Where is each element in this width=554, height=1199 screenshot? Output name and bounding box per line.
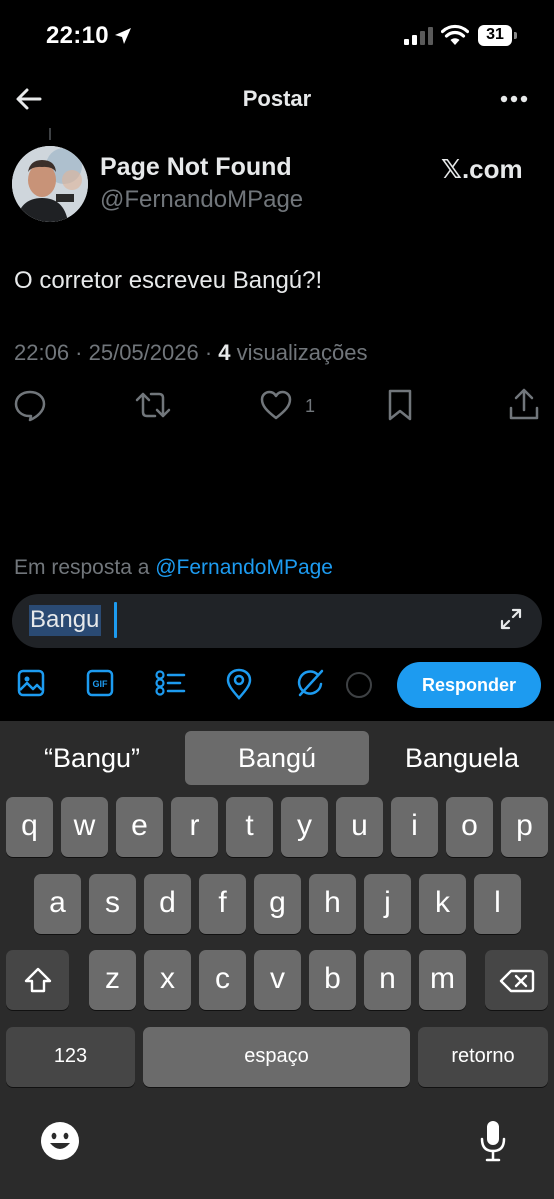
in-reply-to-prefix: Em resposta a <box>14 556 156 579</box>
key-x[interactable]: x <box>144 950 191 1010</box>
svg-text:GIF: GIF <box>93 679 109 689</box>
numbers-key[interactable]: 123 <box>6 1027 135 1087</box>
like-count: 1 <box>305 396 316 416</box>
battery-level: 31 <box>486 26 504 43</box>
key-p[interactable]: p <box>501 797 548 857</box>
key-f[interactable]: f <box>199 874 246 934</box>
bookmark-icon[interactable] <box>386 388 414 422</box>
key-o[interactable]: o <box>446 797 493 857</box>
reply-input[interactable]: Bangu <box>12 594 542 648</box>
keyboard: “Bangu” Bangú Banguela q w e r t y u i o… <box>0 721 554 1199</box>
like-heart-icon[interactable] <box>259 388 293 422</box>
key-z[interactable]: z <box>89 950 136 1010</box>
in-reply-to: Em resposta a @FernandoMPage <box>14 556 333 580</box>
tweet-meta: 22:06 · 25/05/2026 · 4 visualizações <box>14 340 367 366</box>
in-reply-to-handle[interactable]: @FernandoMPage <box>155 556 333 579</box>
key-i[interactable]: i <box>391 797 438 857</box>
shift-icon <box>24 967 52 993</box>
key-g[interactable]: g <box>254 874 301 934</box>
share-icon[interactable] <box>508 388 540 422</box>
reply-input-value[interactable]: Bangu <box>29 605 102 636</box>
key-u[interactable]: u <box>336 797 383 857</box>
tweet-text: O corretor escreveu Bangú?! <box>14 267 323 294</box>
expand-icon[interactable] <box>500 608 522 630</box>
shift-key[interactable] <box>6 950 69 1010</box>
key-k[interactable]: k <box>419 874 466 934</box>
key-y[interactable]: y <box>281 797 328 857</box>
key-t[interactable]: t <box>226 797 273 857</box>
key-n[interactable]: n <box>364 950 411 1010</box>
tweet-timestamp[interactable]: 22:06 · 25/05/2026 · <box>14 340 218 365</box>
views-label: visualizações <box>230 340 368 365</box>
character-count-ring <box>346 672 372 698</box>
author-handle[interactable]: @FernandoMPage <box>100 186 303 214</box>
composer-toolbar: GIF Responder <box>0 660 554 712</box>
backspace-key[interactable] <box>485 950 548 1010</box>
source-link[interactable]: 𝕏.com <box>441 154 523 185</box>
gif-icon[interactable]: GIF <box>85 668 115 698</box>
emoji-icon[interactable] <box>40 1121 80 1161</box>
status-bar: 22:10 31 <box>0 0 554 72</box>
key-h[interactable]: h <box>309 874 356 934</box>
suggestion-1[interactable]: “Bangu” <box>8 731 176 785</box>
page-title: Postar <box>242 86 312 111</box>
cellular-signal-icon <box>404 27 433 45</box>
location-pin-icon[interactable] <box>225 668 253 700</box>
suggestion-3[interactable]: Banguela <box>378 731 546 785</box>
status-time: 22:10 <box>46 22 109 49</box>
key-v[interactable]: v <box>254 950 301 1010</box>
key-e[interactable]: e <box>116 797 163 857</box>
nav-bar: Postar <box>0 75 554 123</box>
reply-icon[interactable] <box>13 388 47 422</box>
key-q[interactable]: q <box>6 797 53 857</box>
grok-icon[interactable] <box>295 668 325 698</box>
battery-icon: 31 <box>478 25 518 47</box>
avatar-image <box>12 146 88 222</box>
key-c[interactable]: c <box>199 950 246 1010</box>
wifi-icon <box>441 24 469 45</box>
text-caret <box>114 602 117 638</box>
location-arrow-icon <box>115 28 131 44</box>
thread-connector-line <box>49 128 51 140</box>
microphone-icon[interactable] <box>479 1119 507 1163</box>
avatar[interactable] <box>12 146 88 222</box>
key-r[interactable]: r <box>171 797 218 857</box>
suggestion-2[interactable]: Bangú <box>185 731 369 785</box>
more-options-icon[interactable] <box>500 95 528 103</box>
key-a[interactable]: a <box>34 874 81 934</box>
author-name[interactable]: Page Not Found <box>100 153 292 182</box>
views-count: 4 <box>218 340 231 365</box>
key-d[interactable]: d <box>144 874 191 934</box>
key-m[interactable]: m <box>419 950 466 1010</box>
return-key[interactable]: retorno <box>418 1027 548 1087</box>
backspace-icon <box>499 969 535 993</box>
space-key[interactable]: espaço <box>143 1027 410 1087</box>
tweet-actions: 1 <box>0 388 554 428</box>
key-l[interactable]: l <box>474 874 521 934</box>
key-s[interactable]: s <box>89 874 136 934</box>
key-j[interactable]: j <box>364 874 411 934</box>
poll-icon[interactable] <box>154 668 186 698</box>
image-icon[interactable] <box>16 668 46 698</box>
retweet-icon[interactable] <box>134 388 172 422</box>
key-w[interactable]: w <box>61 797 108 857</box>
key-b[interactable]: b <box>309 950 356 1010</box>
reply-submit-button[interactable]: Responder <box>397 662 541 708</box>
